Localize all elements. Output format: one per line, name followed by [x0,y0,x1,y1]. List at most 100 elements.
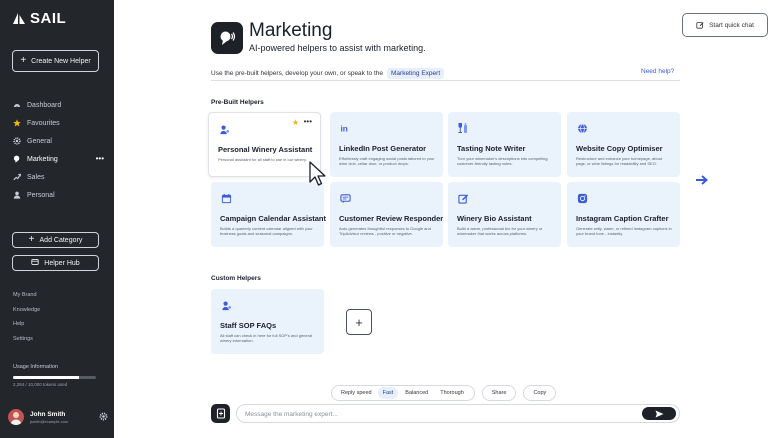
helper-card-staff-sop-faqs[interactable]: Staff SOP FAQs All staff can check in he… [211,289,324,354]
sidebar-link-knowledge[interactable]: Knowledge [13,305,40,320]
megaphone-icon [13,155,21,163]
create-new-helper-button[interactable]: + Create New Helper [12,50,99,72]
usage-progress-fill [13,376,80,379]
chat-icon [339,192,351,204]
need-help-link[interactable]: Need help? [641,68,674,75]
page-subtitle: AI-powered helpers to assist with market… [249,43,426,53]
helper-card-title: LinkedIn Post Generator [339,144,427,153]
message-input[interactable] [245,408,625,420]
helper-card-description: Build a warm, professional bio for your … [457,226,543,236]
send-button[interactable] [642,407,676,420]
sail-logo-icon [13,12,25,24]
helper-hub-button[interactable]: Helper Hub [12,255,99,271]
star-icon [13,119,21,127]
marketing-expert-link[interactable]: Marketing Expert [387,68,445,79]
sidebar-item-label: Dashboard [27,101,62,109]
sidebar-link-my-brand[interactable]: My Brand [13,290,40,305]
plus-icon: + [20,55,27,66]
more-options-icon[interactable]: ••• [304,118,312,126]
attach-file-button[interactable] [211,404,230,423]
chat-toolbar: Reply speed Fast Balanced Thorough Share… [331,385,557,401]
helper-card-title: Campaign Calendar Assistant [220,214,326,223]
start-quick-chat-label: Start quick chat [709,21,754,29]
helper-card-campaign-calendar-assistant[interactable]: Campaign Calendar Assistant Builds a qua… [211,182,326,247]
helper-card-tasting-note-writer[interactable]: Tasting Note Writer Turn your winemaker'… [448,112,561,177]
prebuilt-helpers-heading: Pre-Built Helpers [211,99,264,106]
helper-card-title: Tasting Note Writer [457,144,526,153]
add-custom-helper-button[interactable]: + [346,309,372,335]
message-composer [236,404,680,423]
usage-progress-bar [13,376,96,379]
helper-card-website-copy-optimiser[interactable]: Website Copy Optimiser Restructure and e… [567,112,680,177]
sidebar-item-dashboard[interactable]: Dashboard [0,96,114,114]
helper-card-winery-bio-assistant[interactable]: Winery Bio Assistant Build a warm, profe… [448,182,561,247]
sidebar-item-label: Marketing [27,155,58,163]
more-options-icon[interactable]: ••• [96,154,104,163]
start-quick-chat-button[interactable]: Start quick chat [682,13,768,37]
share-button[interactable]: Share [481,385,517,401]
reply-speed-label: Reply speed [341,390,372,396]
plus-icon: + [28,234,35,245]
trend-icon [13,173,21,181]
dashboard-icon [13,101,21,109]
user-profile[interactable]: John Smith jsmith@example.com [8,408,108,426]
linkedin-icon: in [339,122,351,134]
settings-gear-icon[interactable] [99,412,108,421]
helper-card-description: Turn your winemaker's descriptions into … [457,156,549,166]
helper-card-customer-review-responder[interactable]: Customer Review Responder Auto-generates… [330,182,443,247]
helper-card-linkedin-post-generator[interactable]: in LinkedIn Post Generator Effortlessly … [330,112,443,177]
helper-card-description: Generate witty, warm, or refined Instagr… [576,226,672,236]
create-new-helper-label: Create New Helper [31,57,91,65]
sidebar-item-label: Favourites [27,119,60,127]
sidebar-item-marketing[interactable]: Marketing ••• [0,150,114,168]
helper-card-description: Personal assistant for all staff to use … [218,157,307,162]
sidebar-item-favourites[interactable]: Favourites [0,114,114,132]
add-category-label: Add Category [39,236,83,244]
sidebar: SAIL + Create New Helper Dashboard Favou… [0,0,114,438]
helper-card-description: All staff can check in here for full SOP… [220,333,313,343]
edit-icon [696,22,704,29]
instagram-icon [576,192,588,204]
avatar [8,409,24,425]
arrow-right-icon[interactable] [695,174,709,186]
sidebar-link-settings[interactable]: Settings [13,334,40,349]
person-icon [13,191,21,199]
user-email: jsmith@example.com [30,418,69,424]
marketing-header-icon [211,22,243,54]
add-category-button[interactable]: + Add Category [12,232,99,248]
intro-line: Use the pre-built helpers, develop your … [211,68,445,79]
sidebar-item-personal[interactable]: Personal [0,186,114,204]
usage-panel: Usage Information 2,284 / 10,000 tokens … [13,364,99,387]
helper-card-description: Builds a quarterly content calendar alig… [220,226,313,236]
person-icon [220,299,232,311]
helper-card-instagram-caption-crafter[interactable]: Instagram Caption Crafter Generate witty… [567,182,680,247]
user-name: John Smith [30,410,66,418]
brand-logo[interactable]: SAIL [12,10,66,27]
helper-card-title: Winery Bio Assistant [457,214,532,223]
plus-icon: + [355,314,363,330]
reply-speed-option-balanced[interactable]: Balanced [400,387,433,399]
usage-label: Usage Information [13,364,58,370]
helper-card-title: Customer Review Responder [339,214,444,223]
helper-card-personal-winery-assistant[interactable]: ★ ••• Personal Winery Assistant Personal… [208,112,321,177]
page-title: Marketing [249,20,333,41]
reply-speed-option-thorough[interactable]: Thorough [435,387,469,399]
sidebar-item-sales[interactable]: Sales [0,168,114,186]
helper-card-title: Website Copy Optimiser [576,144,663,153]
sidebar-item-label: General [27,137,52,145]
reply-speed-selector: Reply speed Fast Balanced Thorough [331,385,475,401]
sidebar-item-label: Sales [27,173,45,181]
wine-icon [457,122,469,134]
brand-name: SAIL [30,10,67,27]
helper-card-description: Effortlessly craft engaging social posts… [339,156,435,166]
sidebar-link-help[interactable]: Help [13,319,40,334]
reply-speed-option-fast[interactable]: Fast [377,387,399,399]
helper-hub-label: Helper Hub [44,259,80,267]
attach-document-icon [216,408,225,419]
favourite-star-icon[interactable]: ★ [292,119,299,127]
hub-icon [31,258,39,268]
person-icon [218,123,230,135]
copy-button[interactable]: Copy [523,385,557,401]
sidebar-item-general[interactable]: General [0,132,114,150]
helper-card-title: Staff SOP FAQs [220,321,277,330]
